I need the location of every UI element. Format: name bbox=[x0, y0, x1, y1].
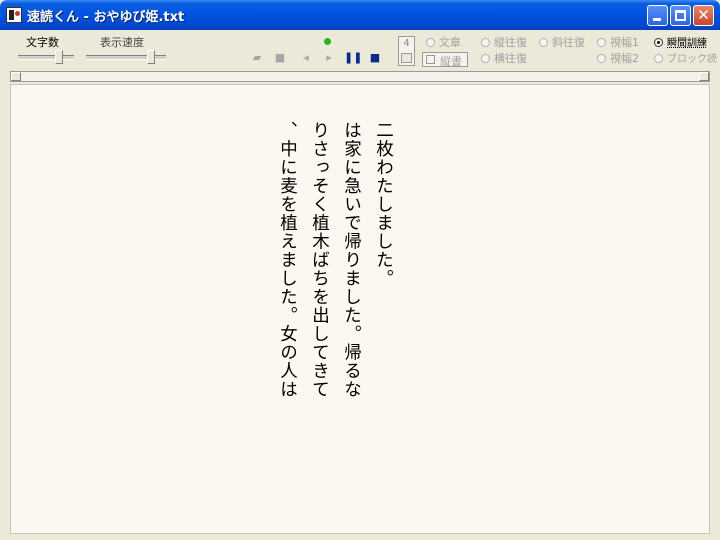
mode-radio-bunsho[interactable] bbox=[426, 38, 435, 47]
mode-label-yoko-oufuku: 横往復 bbox=[494, 52, 527, 65]
mode-label-shifuku1: 視幅1 bbox=[610, 36, 639, 49]
tategaki-label: 縦書 bbox=[440, 55, 462, 68]
mode-radio-naname-oufuku[interactable] bbox=[539, 38, 548, 47]
mode-radio-shifuku2[interactable] bbox=[597, 54, 606, 63]
mode-label-tate-oufuku: 縦往復 bbox=[494, 36, 527, 49]
mode-label-block: ブロック読 bbox=[667, 54, 717, 65]
char-count-slider[interactable] bbox=[18, 55, 74, 60]
page-spinner[interactable]: 4 bbox=[398, 36, 415, 66]
position-thumb-left[interactable] bbox=[11, 72, 21, 81]
text-column-4: 、中に麦を植えました。女の人は bbox=[277, 121, 298, 399]
page-spinner-bar[interactable] bbox=[401, 53, 412, 63]
text-column-3: りさっそく植木ばちを出してきて bbox=[309, 121, 330, 399]
mode-radio-tate-oufuku[interactable] bbox=[481, 38, 490, 47]
next-icon[interactable]: ▸ bbox=[321, 50, 337, 66]
title-bar[interactable]: 速読くん - おやゆび姫.txt ✕ bbox=[0, 0, 720, 30]
text-column-1: 二枚わたしました。 bbox=[373, 121, 394, 288]
mode-radio-yoko-oufuku[interactable] bbox=[481, 54, 490, 63]
pause-icon[interactable]: ❚❚ bbox=[344, 50, 362, 66]
stop-icon[interactable]: ■ bbox=[367, 50, 383, 66]
toolbar: 文字数 表示速度 ▰ ■ ◂ ▸ ❚❚ ■ 4 縦書 文章 縦往復 斜往復 視幅… bbox=[4, 30, 717, 71]
text-column-2: は家に急いで帰りました。帰るな bbox=[341, 121, 362, 399]
app-window: 速読くん - おやゆび姫.txt ✕ 文字数 表示速度 ▰ ■ ◂ ▸ ❚❚ ■… bbox=[0, 0, 720, 540]
page-number: 4 bbox=[403, 38, 410, 49]
display-speed-label: 表示速度 bbox=[100, 36, 144, 49]
position-thumb-right[interactable] bbox=[699, 72, 709, 81]
maximize-button[interactable] bbox=[670, 5, 691, 26]
char-count-slider-thumb[interactable] bbox=[55, 50, 63, 64]
close-button[interactable]: ✕ bbox=[693, 5, 714, 26]
mode-radio-block[interactable] bbox=[654, 54, 663, 63]
tategaki-toggle[interactable]: 縦書 bbox=[422, 52, 468, 68]
status-indicator bbox=[324, 38, 331, 45]
mode-label-bunsho: 文章 bbox=[439, 36, 461, 49]
display-speed-slider-thumb[interactable] bbox=[147, 50, 155, 64]
open-folder-icon[interactable]: ▰ bbox=[249, 50, 265, 66]
save-icon[interactable]: ■ bbox=[272, 50, 288, 66]
minimize-icon bbox=[653, 18, 661, 21]
app-icon[interactable] bbox=[6, 7, 22, 23]
mode-radio-shifuku1[interactable] bbox=[597, 38, 606, 47]
tategaki-checkbox[interactable] bbox=[426, 55, 435, 64]
mode-label-naname-oufuku: 斜往復 bbox=[552, 36, 585, 49]
minimize-button[interactable] bbox=[647, 5, 668, 26]
maximize-icon bbox=[675, 10, 686, 21]
close-icon: ✕ bbox=[697, 6, 710, 24]
mode-radio-shunkan[interactable] bbox=[654, 38, 663, 47]
window-title: 速読くん - おやゆび姫.txt bbox=[27, 10, 185, 25]
prev-icon[interactable]: ◂ bbox=[298, 50, 314, 66]
mode-label-shunkan: 瞬間訓練 bbox=[667, 38, 707, 49]
reading-area: 二枚わたしました。 は家に急いで帰りました。帰るな りさっそく植木ばちを出してき… bbox=[10, 84, 710, 534]
mode-label-shifuku2: 視幅2 bbox=[610, 52, 639, 65]
reading-position-bar[interactable] bbox=[10, 71, 710, 82]
char-count-label: 文字数 bbox=[26, 36, 59, 49]
